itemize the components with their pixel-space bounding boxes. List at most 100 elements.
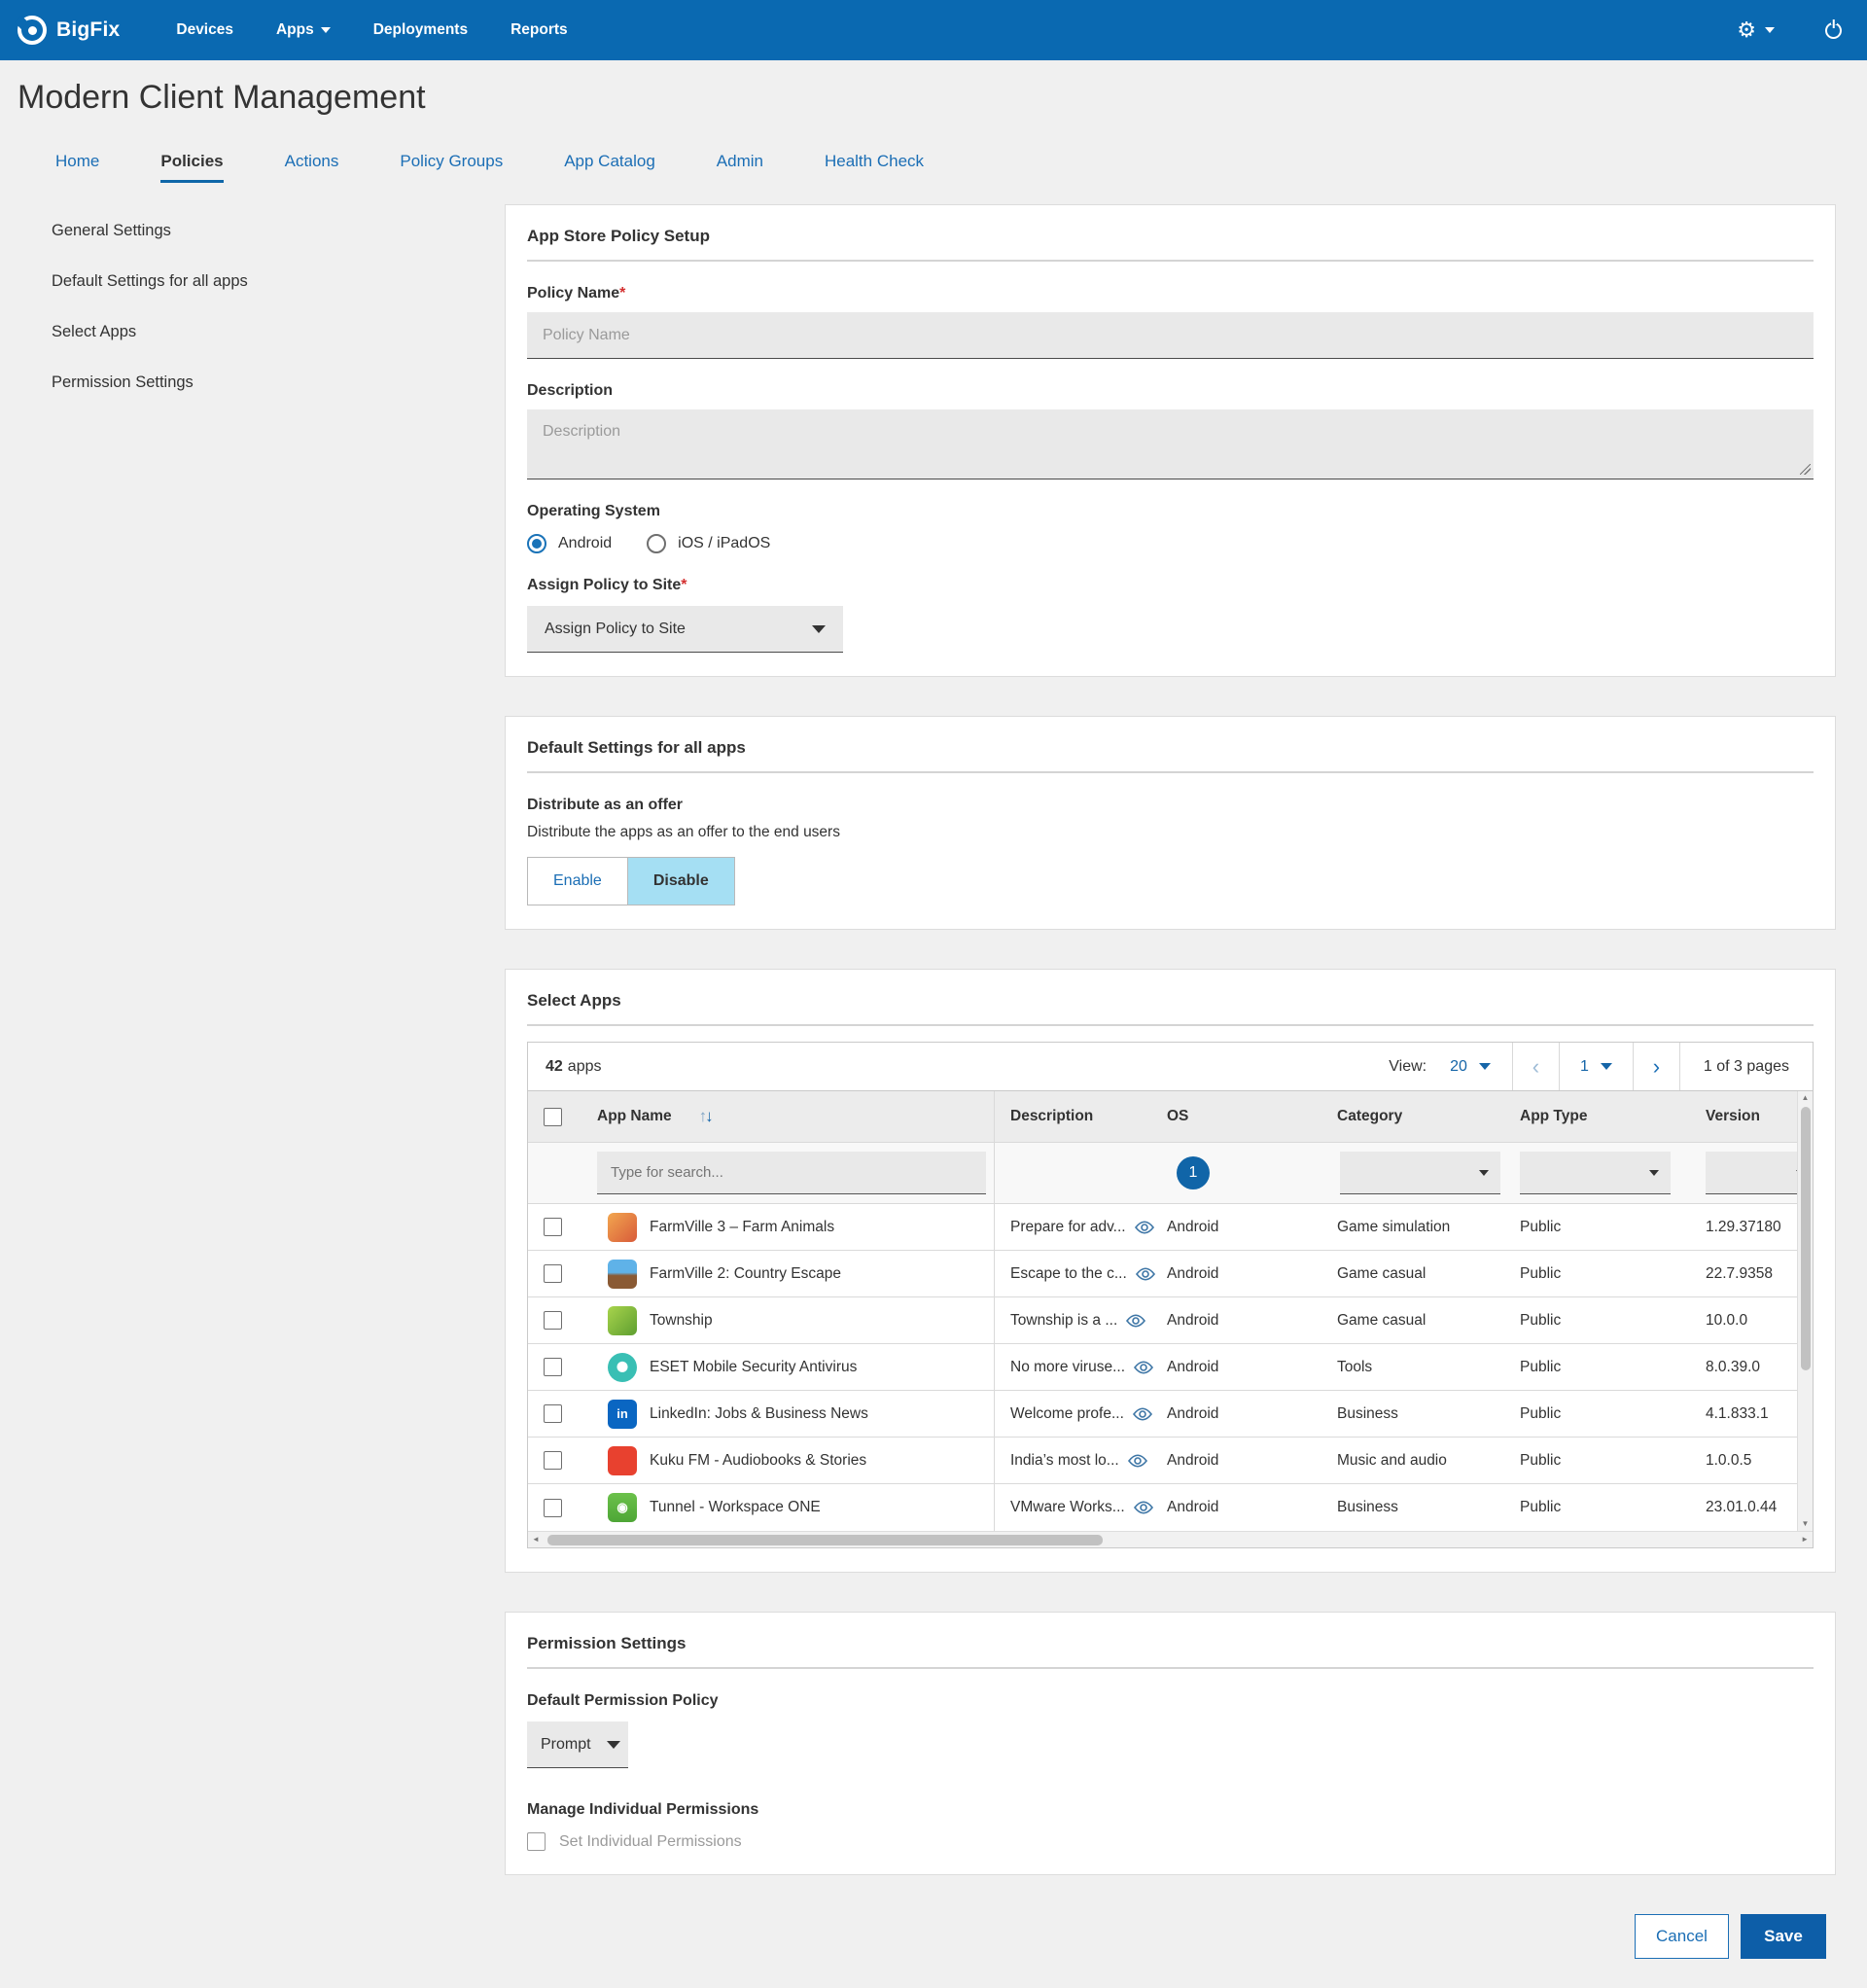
app-description: Prepare for adv... (1010, 1219, 1126, 1236)
tab-home[interactable]: Home (55, 152, 99, 183)
sidebar-item-default-settings[interactable]: Default Settings for all apps (52, 272, 505, 291)
column-header-app-name: App Name (597, 1108, 672, 1125)
tab-health-check[interactable]: Health Check (825, 152, 924, 183)
nav-item-reports[interactable]: Reports (511, 21, 568, 39)
default-permission-policy-select[interactable]: Prompt (527, 1722, 628, 1768)
row-checkbox[interactable] (544, 1451, 562, 1470)
tab-policies[interactable]: Policies (160, 152, 223, 183)
eye-icon[interactable] (1134, 1361, 1153, 1374)
power-icon[interactable] (1825, 22, 1842, 39)
category-filter-select[interactable] (1340, 1152, 1500, 1194)
scroll-right-icon[interactable]: ► (1801, 1536, 1809, 1544)
app-os: Android (1165, 1251, 1296, 1296)
nav-item-apps[interactable]: Apps (276, 21, 331, 39)
vertical-scrollbar-thumb[interactable] (1801, 1107, 1811, 1370)
next-page-button[interactable]: › (1633, 1043, 1679, 1090)
nav-item-devices[interactable]: Devices (176, 21, 233, 39)
table-row[interactable]: FarmVille 2: Country Escape Escape to th… (528, 1251, 1797, 1297)
set-individual-permissions-checkbox[interactable] (527, 1832, 546, 1851)
app-os: Android (1165, 1297, 1296, 1343)
tab-app-catalog[interactable]: App Catalog (564, 152, 655, 183)
radio-ios-ipados[interactable]: iOS / iPadOS (647, 534, 770, 553)
horizontal-scrollbar-thumb[interactable] (547, 1535, 1103, 1545)
vertical-scrollbar[interactable]: ▲ ▼ (1797, 1091, 1813, 1531)
nav-item-deployments[interactable]: Deployments (373, 21, 468, 39)
row-checkbox[interactable] (544, 1499, 562, 1517)
os-filter-badge[interactable]: 1 (1177, 1156, 1210, 1189)
radio-selected-icon (527, 534, 546, 553)
table-row[interactable]: ◉ Tunnel - Workspace ONE VMware Works...… (528, 1484, 1797, 1531)
eye-icon[interactable] (1133, 1407, 1152, 1421)
section-title: Select Apps (527, 991, 1814, 1011)
app-type-filter-select[interactable] (1520, 1152, 1671, 1194)
app-store-policy-setup-card: App Store Policy Setup Policy Name* Desc… (505, 204, 1836, 677)
bigfix-logo[interactable]: BigFix (18, 16, 120, 45)
row-checkbox[interactable] (544, 1404, 562, 1423)
eye-icon[interactable] (1128, 1454, 1147, 1468)
tab-actions[interactable]: Actions (285, 152, 339, 183)
version-filter-select[interactable] (1706, 1152, 1797, 1194)
default-settings-card: Default Settings for all apps Distribute… (505, 716, 1836, 930)
page-count-label: 1 of 3 pages (1679, 1043, 1813, 1090)
row-checkbox[interactable] (544, 1264, 562, 1283)
app-name-search-input[interactable] (597, 1152, 986, 1194)
page-number-select[interactable]: 1 (1580, 1058, 1612, 1076)
sidebar-item-general-settings[interactable]: General Settings (52, 222, 505, 240)
sidebar-item-permission-settings[interactable]: Permission Settings (52, 373, 505, 392)
scroll-up-icon[interactable]: ▲ (1802, 1094, 1810, 1102)
enable-button[interactable]: Enable (528, 858, 627, 905)
eye-icon[interactable] (1126, 1314, 1145, 1328)
settings-menu[interactable]: ⚙ (1737, 19, 1775, 41)
assign-site-select[interactable]: Assign Policy to Site (527, 606, 843, 653)
required-asterisk: * (681, 577, 687, 593)
app-type: Public (1500, 1297, 1671, 1343)
prev-page-button[interactable]: ‹ (1512, 1043, 1559, 1090)
app-icon (608, 1213, 637, 1242)
app-name: Township (650, 1312, 713, 1330)
sort-icon[interactable]: ↑↓ (699, 1107, 712, 1126)
row-checkbox[interactable] (544, 1311, 562, 1330)
row-checkbox[interactable] (544, 1358, 562, 1376)
app-description: Welcome profe... (1010, 1405, 1124, 1423)
table-row[interactable]: in LinkedIn: Jobs & Business News Welcom… (528, 1391, 1797, 1438)
description-textarea[interactable] (527, 409, 1814, 479)
horizontal-scrollbar[interactable]: ◄ ► (528, 1531, 1813, 1547)
eye-icon[interactable] (1134, 1501, 1153, 1514)
radio-unselected-icon (647, 534, 666, 553)
select-all-checkbox[interactable] (544, 1108, 562, 1126)
app-name: FarmVille 2: Country Escape (650, 1265, 841, 1283)
distribute-offer-label: Distribute as an offer (527, 797, 1814, 814)
app-description: VMware Works... (1010, 1499, 1125, 1516)
app-category: Tools (1296, 1344, 1500, 1390)
tab-admin[interactable]: Admin (717, 152, 763, 183)
eye-icon[interactable] (1136, 1267, 1155, 1281)
app-name: Tunnel - Workspace ONE (650, 1499, 821, 1516)
section-divider (527, 1024, 1814, 1026)
cancel-button[interactable]: Cancel (1635, 1914, 1729, 1959)
caret-down-icon (607, 1741, 620, 1749)
app-type: Public (1500, 1391, 1671, 1437)
table-row[interactable]: Kuku FM - Audiobooks & Stories India’s m… (528, 1438, 1797, 1484)
section-divider (527, 1667, 1814, 1669)
save-button[interactable]: Save (1741, 1914, 1826, 1959)
policy-name-input[interactable] (527, 312, 1814, 359)
sidebar-item-select-apps[interactable]: Select Apps (52, 323, 505, 341)
chevron-down-icon (321, 27, 331, 33)
page-size-select[interactable]: 20 (1450, 1058, 1491, 1076)
disable-button[interactable]: Disable (627, 858, 734, 905)
apps-table: 42apps View: 20 ‹ 1 (527, 1042, 1814, 1548)
table-row[interactable]: Township Township is a ... Android Game … (528, 1297, 1797, 1344)
row-checkbox[interactable] (544, 1218, 562, 1236)
caret-down-icon (1601, 1063, 1612, 1070)
eye-icon[interactable] (1135, 1221, 1154, 1234)
default-permission-policy-label: Default Permission Policy (527, 1692, 1814, 1710)
page-title: Modern Client Management (18, 76, 1867, 119)
tab-policy-groups[interactable]: Policy Groups (400, 152, 503, 183)
app-category: Business (1296, 1391, 1500, 1437)
radio-android[interactable]: Android (527, 534, 612, 553)
table-row[interactable]: FarmVille 3 – Farm Animals Prepare for a… (528, 1204, 1797, 1251)
scroll-down-icon[interactable]: ▼ (1802, 1520, 1810, 1528)
table-row[interactable]: ESET Mobile Security Antivirus No more v… (528, 1344, 1797, 1391)
permission-settings-card: Permission Settings Default Permission P… (505, 1612, 1836, 1875)
scroll-left-icon[interactable]: ◄ (532, 1536, 540, 1544)
